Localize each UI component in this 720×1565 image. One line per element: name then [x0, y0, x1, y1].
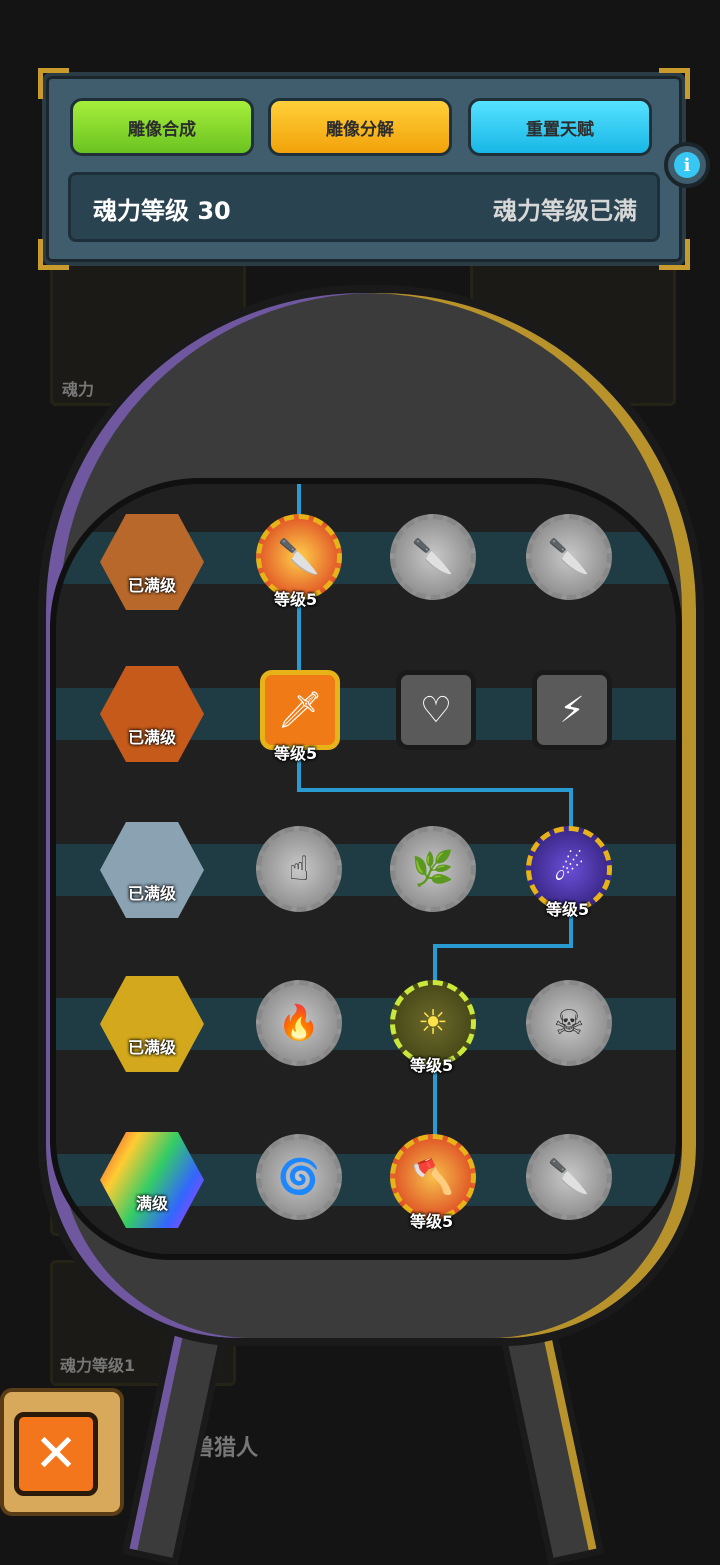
talent-tree-window: 已满级 🔪 等级5 🔪 🔪 已满级 🗡 等级5 ♡ ⚡ 已满级 ☝ 🌿 ☄ 等级… — [50, 478, 682, 1260]
reset-talent-button[interactable]: 重置天赋 — [468, 98, 652, 156]
soul-level-bar: 魂力等级 30 魂力等级已满 — [68, 172, 660, 242]
background-card-label: 魂力等级1 — [60, 1356, 136, 1375]
path-line — [433, 944, 573, 948]
soul-level-label: 魂力等级 30 — [93, 197, 231, 225]
talent-node[interactable]: ♡ — [396, 670, 476, 750]
info-icon: i — [674, 152, 700, 178]
background-card-label: 魂力 — [62, 380, 95, 399]
statue-status: 已满级 — [127, 576, 176, 595]
talent-level: 等级5 — [410, 1212, 454, 1231]
soul-level-status: 魂力等级已满 — [493, 197, 637, 225]
close-button[interactable]: ✕ — [14, 1412, 98, 1496]
heart-icon: ♡ — [419, 689, 453, 731]
statue-slot[interactable]: 已满级 — [100, 976, 204, 1072]
sword-icon: 🗡 — [277, 690, 323, 731]
statue-slot[interactable]: 已满级 — [100, 514, 204, 610]
top-panel: 雕像合成 雕像分解 重置天赋 魂力等级 30 魂力等级已满 — [38, 68, 690, 270]
talent-node[interactable]: 🌀 — [256, 1134, 342, 1220]
skull-icon: ☠ — [553, 1003, 585, 1043]
panel-corner — [659, 239, 690, 270]
panel-corner — [659, 68, 690, 99]
talent-node[interactable]: 🗡 — [260, 670, 340, 750]
panel-corner — [38, 239, 69, 270]
panel-corner — [38, 68, 69, 99]
path-line — [297, 788, 573, 792]
talent-level: 等级5 — [410, 1056, 454, 1075]
talent-level: 等级5 — [274, 590, 318, 609]
talent-node[interactable]: 🌿 — [390, 826, 476, 912]
statue-status: 已满级 — [127, 884, 176, 903]
info-button[interactable]: i — [664, 142, 710, 188]
lightning-icon: ⚡ — [559, 689, 585, 731]
talent-level: 等级5 — [274, 744, 318, 763]
statue-slot[interactable]: 已满级 — [100, 822, 204, 918]
talent-node[interactable]: 🔪 — [526, 514, 612, 600]
statue-compose-button[interactable]: 雕像合成 — [70, 98, 254, 156]
sun-icon: ☀ — [417, 1003, 449, 1043]
close-icon: ✕ — [34, 1424, 78, 1484]
talent-level: 等级5 — [546, 900, 590, 919]
talent-node[interactable]: 🔪 — [526, 1134, 612, 1220]
statue-slot[interactable]: 满级 — [100, 1132, 204, 1228]
statue-status: 满级 — [135, 1194, 168, 1213]
statue-decompose-button[interactable]: 雕像分解 — [268, 98, 452, 156]
talent-node[interactable]: 🔥 — [256, 980, 342, 1066]
talent-node[interactable]: ☝ — [256, 826, 342, 912]
talent-node[interactable]: ☠ — [526, 980, 612, 1066]
statue-slot[interactable]: 已满级 — [100, 666, 204, 762]
talent-node[interactable]: ⚡ — [532, 670, 612, 750]
fire-icon: 🔥 — [277, 1003, 321, 1043]
statue-status: 已满级 — [127, 1038, 176, 1057]
talent-node[interactable]: 🔪 — [390, 514, 476, 600]
statue-status: 已满级 — [127, 728, 176, 747]
